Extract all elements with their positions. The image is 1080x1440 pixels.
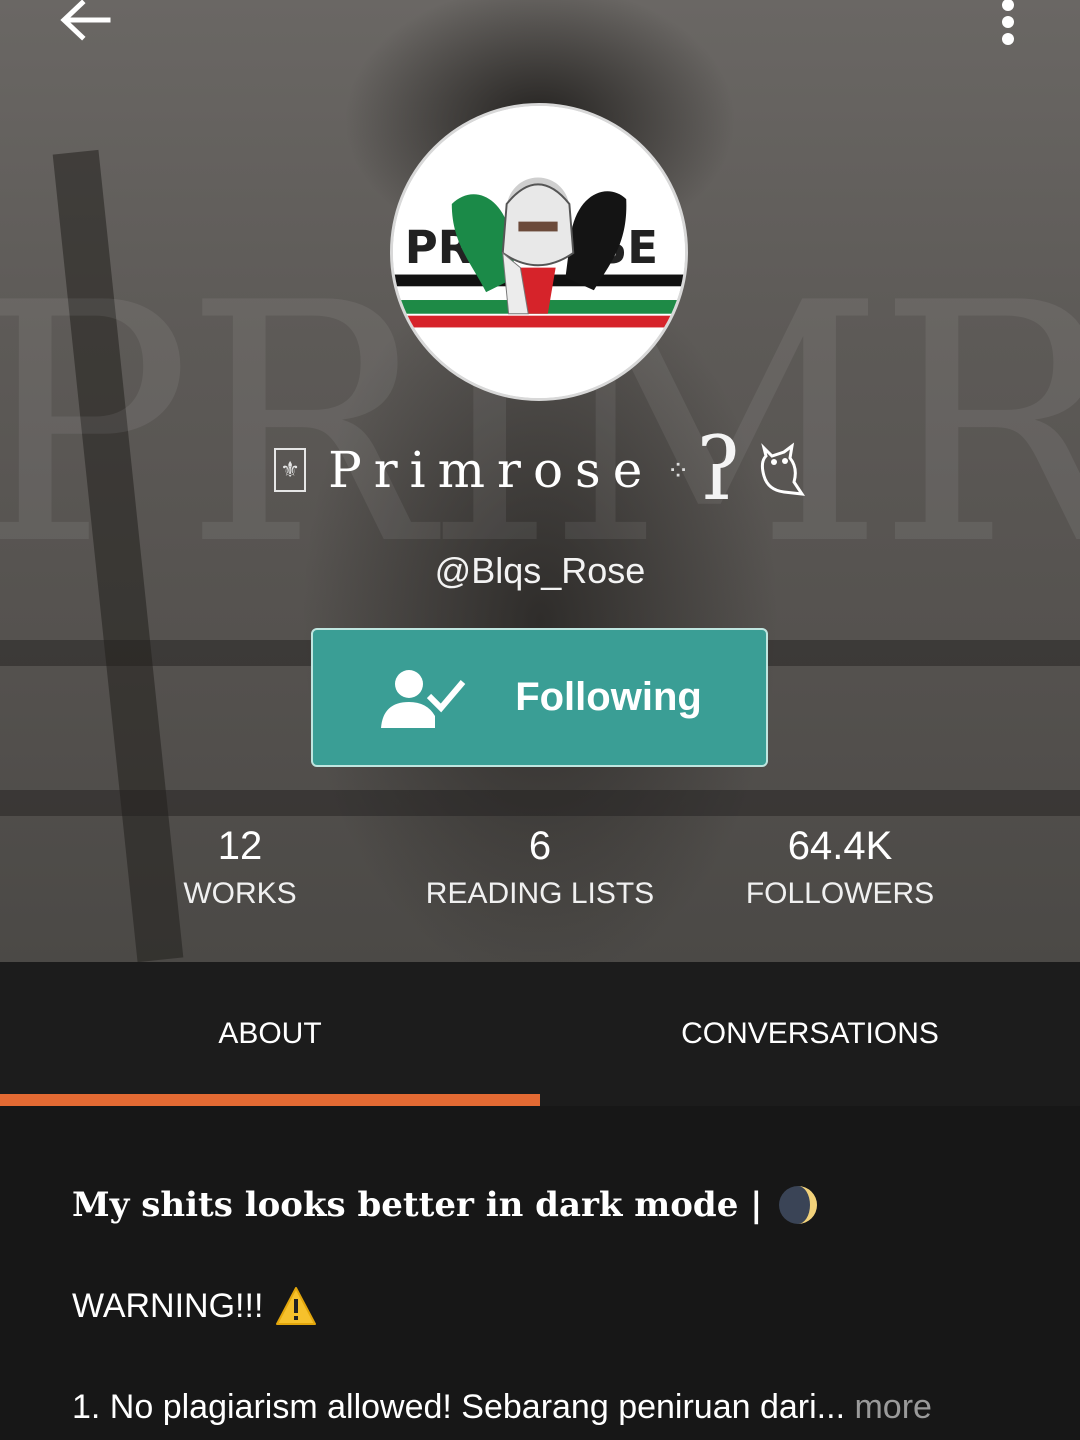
- more-link[interactable]: more: [854, 1388, 931, 1426]
- bio-line-2-text: WARNING!!!: [72, 1286, 264, 1325]
- display-name: Primrose: [328, 441, 655, 499]
- stat-followers[interactable]: 64.4K FOLLOWERS: [680, 822, 1000, 916]
- more-options-button[interactable]: [990, 0, 1026, 46]
- name-hook: ʔ: [695, 420, 742, 520]
- warning-icon: [276, 1287, 317, 1325]
- stat-followers-label: FOLLOWERS: [745, 877, 935, 910]
- avatar-image: PR SE: [393, 106, 685, 398]
- stat-reading-lists-label: READING LISTS: [425, 877, 655, 910]
- tab-conversations[interactable]: CONVERSATIONS: [540, 962, 1080, 1106]
- name-leading-glyph: ⚜: [274, 448, 307, 492]
- stat-reading-lists[interactable]: 6 READING LISTS: [380, 822, 700, 916]
- stat-works-label: WORKS: [183, 877, 297, 910]
- stat-works[interactable]: 12 WORKS: [80, 822, 400, 916]
- about-section: My shits looks better in dark mode | WAR…: [0, 1106, 1080, 1440]
- bio-line-3-text: 1. No plagiarism allowed! Sebarang penir…: [72, 1388, 817, 1426]
- more-vertical-icon: [1002, 0, 1014, 45]
- user-check-icon: [381, 669, 466, 728]
- tab-about[interactable]: ABOUT: [0, 962, 540, 1106]
- display-name-row: ⚜ Primrose ⁘ ʔ: [0, 420, 1080, 520]
- stat-followers-value: 64.4K: [787, 824, 893, 868]
- bio-line-1-text: My shits looks better in dark mode |: [72, 1185, 763, 1225]
- tab-selected-indicator: [0, 1094, 540, 1106]
- profile-header: PRIMROSE PR SE ⚜: [0, 0, 1080, 962]
- moon-icon: [778, 1186, 817, 1224]
- following-button[interactable]: Following: [311, 628, 768, 767]
- bio-line-1: My shits looks better in dark mode |: [72, 1184, 819, 1226]
- back-button[interactable]: [56, 0, 116, 48]
- arrow-left-icon: [60, 0, 111, 41]
- bio-line-2: WARNING!!!: [72, 1286, 317, 1326]
- avatar[interactable]: PR SE: [390, 103, 688, 401]
- profile-tabs: ABOUT CONVERSATIONS: [0, 962, 1080, 1106]
- bio-ellipsis: ...: [816, 1388, 846, 1426]
- owl-icon: [760, 442, 805, 496]
- name-sparkle: ⁘: [666, 454, 690, 486]
- username: @Blqs_Rose: [434, 550, 646, 591]
- stat-reading-lists-value: 6: [528, 824, 552, 868]
- following-button-label: Following: [515, 675, 702, 719]
- bio-line-3: 1. No plagiarism allowed! Sebarang penir…: [72, 1388, 1012, 1427]
- stat-works-value: 12: [217, 824, 263, 868]
